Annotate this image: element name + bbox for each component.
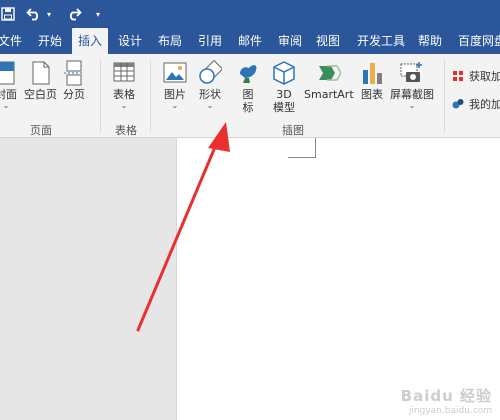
pictures-button[interactable]: 图片 ⌄ — [163, 60, 187, 111]
watermark-url: jingyan.baidu.com — [408, 406, 492, 416]
screenshot-icon — [400, 60, 424, 86]
icons-icon — [236, 60, 260, 86]
group-label-pages: 页面 — [30, 124, 52, 137]
group-label-tables: 表格 — [115, 124, 137, 137]
redo-icon[interactable] — [64, 4, 84, 24]
my-addins-icon — [452, 98, 464, 110]
tab-view[interactable]: 视图 — [312, 28, 344, 54]
group-divider — [100, 60, 101, 132]
screenshot-button[interactable]: 屏幕截图 ⌄ — [390, 60, 434, 111]
chart-button[interactable]: 图表 — [360, 60, 384, 101]
tab-developer[interactable]: 开发工具 — [352, 28, 410, 54]
undo-dropdown-icon[interactable]: ▾ — [44, 4, 54, 24]
icons-button[interactable]: 图 标 — [236, 60, 260, 114]
tab-references[interactable]: 引用 — [194, 28, 226, 54]
smartart-button[interactable]: SmartArt — [304, 60, 354, 101]
group-divider — [444, 60, 445, 132]
ribbon-tab-bar: 文件 开始 插入 设计 布局 引用 邮件 审阅 视图 开发工具 帮助 百度网盘 — [0, 28, 500, 54]
cover-page-icon — [0, 60, 18, 86]
document-page[interactable] — [176, 138, 500, 420]
page-margin-marker — [288, 138, 316, 158]
tab-file[interactable]: 文件 — [0, 28, 22, 54]
store-icon — [452, 70, 464, 82]
tab-baidu-netdisk[interactable]: 百度网盘 — [454, 28, 500, 54]
3d-models-button[interactable]: 3D 模型 — [272, 60, 296, 114]
my-addins-button[interactable]: 我的加 — [452, 96, 500, 112]
shapes-icon — [198, 59, 224, 86]
tab-help[interactable]: 帮助 — [414, 28, 446, 54]
tab-home[interactable]: 开始 — [34, 28, 66, 54]
watermark-brand: Baidu 经验 — [400, 387, 492, 405]
get-addins-button[interactable]: 获取加 — [452, 68, 500, 84]
ribbon-insert: 封面 ⌄ 空白页 分页 页面 表格 ⌄ 表格 图片 ⌄ 形状 ⌄ 图 标 3D … — [0, 54, 500, 138]
quick-access-toolbar: ▾ ▾ — [0, 0, 500, 28]
group-divider — [150, 60, 151, 132]
3d-cube-icon — [272, 60, 296, 86]
table-button[interactable]: 表格 ⌄ — [112, 60, 136, 111]
customize-toolbar-icon[interactable]: ▾ — [92, 4, 104, 24]
shapes-button[interactable]: 形状 ⌄ — [198, 59, 224, 111]
bar-chart-icon — [360, 60, 384, 86]
table-icon — [112, 60, 136, 86]
tab-insert[interactable]: 插入 — [72, 28, 108, 54]
blank-page-button[interactable]: 空白页 — [24, 60, 57, 101]
tab-layout[interactable]: 布局 — [154, 28, 186, 54]
blank-page-icon — [29, 60, 53, 86]
tab-review[interactable]: 审阅 — [274, 28, 306, 54]
page-break-icon — [62, 60, 86, 86]
undo-icon[interactable] — [24, 4, 44, 24]
smartart-icon — [317, 60, 342, 86]
cover-page-button[interactable]: 封面 ⌄ — [0, 60, 18, 111]
save-icon[interactable] — [0, 4, 16, 24]
group-label-illustrations: 插图 — [282, 124, 304, 137]
tab-mailings[interactable]: 邮件 — [234, 28, 266, 54]
tab-design[interactable]: 设计 — [114, 28, 146, 54]
picture-icon — [163, 60, 187, 86]
page-break-button[interactable]: 分页 — [62, 60, 86, 101]
watermark: Baidu 经验 jingyan.baidu.com — [401, 385, 492, 416]
